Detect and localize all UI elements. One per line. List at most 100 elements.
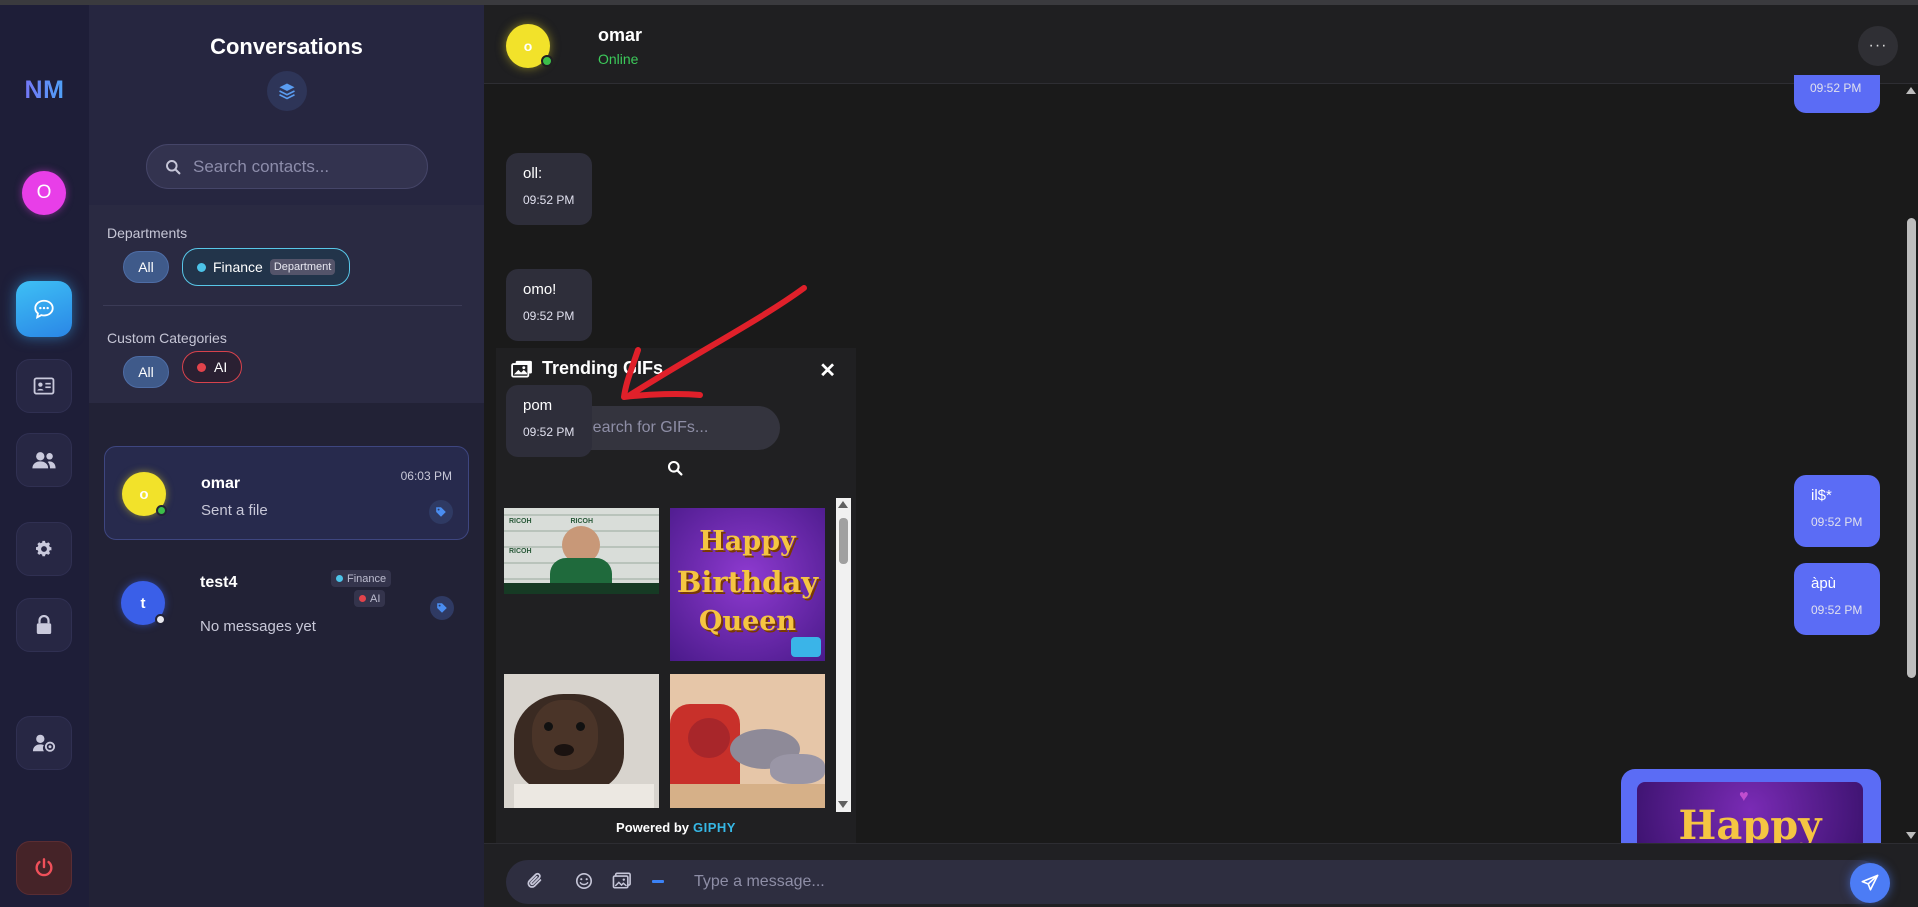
contact-tag-label: Finance [347, 572, 387, 585]
giphy-logo: GIPHY [693, 820, 736, 835]
message-bubble-in: oll: 09:52 PM [506, 153, 592, 225]
message-text: il$* [1811, 487, 1832, 504]
contact-item-omar[interactable]: o omar Sent a file 06:03 PM [104, 446, 469, 540]
category-filter-all[interactable]: All [123, 356, 169, 388]
close-gif-picker-button[interactable]: ✕ [819, 358, 836, 383]
gif-image-icon[interactable] [612, 871, 632, 891]
layers-icon[interactable] [267, 71, 307, 111]
department-filter-all[interactable]: All [123, 251, 169, 283]
message-time: 09:52 PM [1811, 515, 1863, 529]
send-icon [1861, 874, 1879, 891]
message-time: 09:52 PM [523, 309, 575, 323]
department-tag: Department [269, 259, 336, 275]
search-icon [667, 460, 683, 476]
send-button[interactable] [1850, 863, 1890, 903]
emoji-icon[interactable] [574, 871, 594, 891]
ai-dot [359, 595, 366, 602]
chat-icon[interactable] [16, 281, 72, 337]
power-icon[interactable] [16, 841, 72, 895]
offline-indicator [155, 614, 166, 625]
contact-tag-ai: AI [354, 590, 386, 607]
gif-dog[interactable] [504, 674, 659, 808]
filters-divider [103, 305, 462, 306]
conversations-title: Conversations [210, 34, 363, 59]
custom-categories-label: Custom Categories [107, 330, 227, 346]
gif-preview-text: Happy [1678, 802, 1822, 844]
gif-text-line2: Birthday [676, 565, 819, 599]
contact-name: test4 [200, 574, 238, 591]
gif-preview: Happy ♥ [1637, 782, 1863, 844]
user-settings-icon[interactable] [16, 716, 72, 770]
minus-icon[interactable] [648, 871, 668, 891]
scroll-thumb[interactable] [839, 518, 848, 564]
ai-dot [197, 362, 206, 372]
finance-dot [197, 262, 206, 272]
category-filter-ai[interactable]: AI [182, 351, 243, 383]
scroll-down-arrow[interactable] [838, 801, 848, 808]
gif-press-conference[interactable]: RICOH RICOH RICOH RICOH [504, 508, 659, 594]
gif-search-button[interactable] [667, 460, 683, 481]
gear-icon[interactable] [16, 522, 72, 576]
message-time: 09:52 PM [1811, 603, 1863, 617]
search-contacts-input[interactable]: Search contacts... [146, 144, 428, 189]
search-icon [166, 159, 181, 174]
chat-scrollbar[interactable] [1904, 85, 1918, 847]
message-text: pom [523, 397, 553, 414]
message-bubble-out: àpù 09:52 PM [1794, 563, 1880, 635]
message-bubble-in-overlay: pom 09:52 PM [506, 385, 592, 457]
lock-icon[interactable] [16, 598, 72, 652]
gif-scrollbar[interactable] [836, 498, 851, 812]
contact-last-message: Sent a file [201, 502, 268, 519]
contact-tag-finance: Finance [331, 570, 392, 587]
scroll-up-arrow[interactable] [838, 501, 848, 508]
departments-label: Departments [107, 225, 188, 241]
gif-happy-birthday-queen[interactable]: Happy Birthday Queen [670, 508, 825, 661]
message-text: àpù [1811, 575, 1837, 592]
users-icon[interactable] [16, 433, 72, 487]
gif-text-line1: Happy [699, 526, 796, 557]
contact-item-test4[interactable]: t test4 No messages yet Finance AI [104, 556, 469, 650]
department-filter-finance[interactable]: Finance Department [182, 248, 351, 286]
online-indicator [541, 55, 553, 67]
gif-search-input[interactable]: Search for GIFs... [566, 406, 780, 450]
scroll-down-arrow[interactable] [1906, 832, 1916, 839]
sticker-badge-icon [791, 637, 821, 657]
chat-contact-status: Online [598, 51, 639, 67]
annotation-arrow-icon [621, 285, 807, 400]
powered-by-text: Powered by [616, 820, 689, 835]
search-contacts-placeholder: Search contacts... [193, 156, 330, 176]
images-icon [511, 360, 532, 378]
gif-grid: RICOH RICOH RICOH RICOH Happy Birthday Qu… [504, 508, 844, 808]
message-time: 09:52 PM [523, 193, 575, 207]
gif-cartoon-cat[interactable] [670, 674, 825, 808]
ai-label: AI [214, 359, 228, 375]
message-bubble-out: 09:52 PM [1794, 75, 1880, 113]
online-indicator [156, 505, 167, 516]
finance-label: Finance [213, 259, 263, 275]
message-text: oll: [523, 165, 543, 182]
nav-rail: NM O [0, 5, 89, 907]
message-input-placeholder: Type a message... [694, 873, 825, 890]
app-logo: NM [0, 76, 89, 105]
contact-tag-label: AI [370, 592, 381, 605]
message-bubble-out: il$* 09:52 PM [1794, 475, 1880, 547]
user-avatar[interactable]: O [22, 171, 66, 215]
contact-name: omar [201, 475, 241, 492]
chat-contact-name: omar [598, 25, 643, 45]
message-text: omo! [523, 281, 557, 298]
more-options-button[interactable]: ··· [1858, 26, 1898, 66]
contact-last-message: No messages yet [200, 618, 316, 635]
heart-icon: ♥ [1739, 788, 1749, 805]
finance-dot [336, 575, 343, 582]
chat-header: o omar Online ··· [484, 5, 1918, 84]
scroll-up-arrow[interactable] [1906, 87, 1916, 94]
gif-text-line3: Queen [698, 606, 797, 637]
id-card-icon[interactable] [16, 359, 72, 413]
message-gif-out: Happy ♥ [1621, 769, 1881, 844]
tag-icon[interactable] [430, 596, 454, 620]
conversations-panel: Conversations Search contacts... Departm… [89, 5, 484, 907]
scroll-thumb[interactable] [1907, 218, 1916, 678]
attach-icon[interactable] [525, 871, 545, 891]
filters-section: Departments All Finance Department Custo… [89, 205, 484, 403]
tag-icon[interactable] [429, 500, 453, 524]
